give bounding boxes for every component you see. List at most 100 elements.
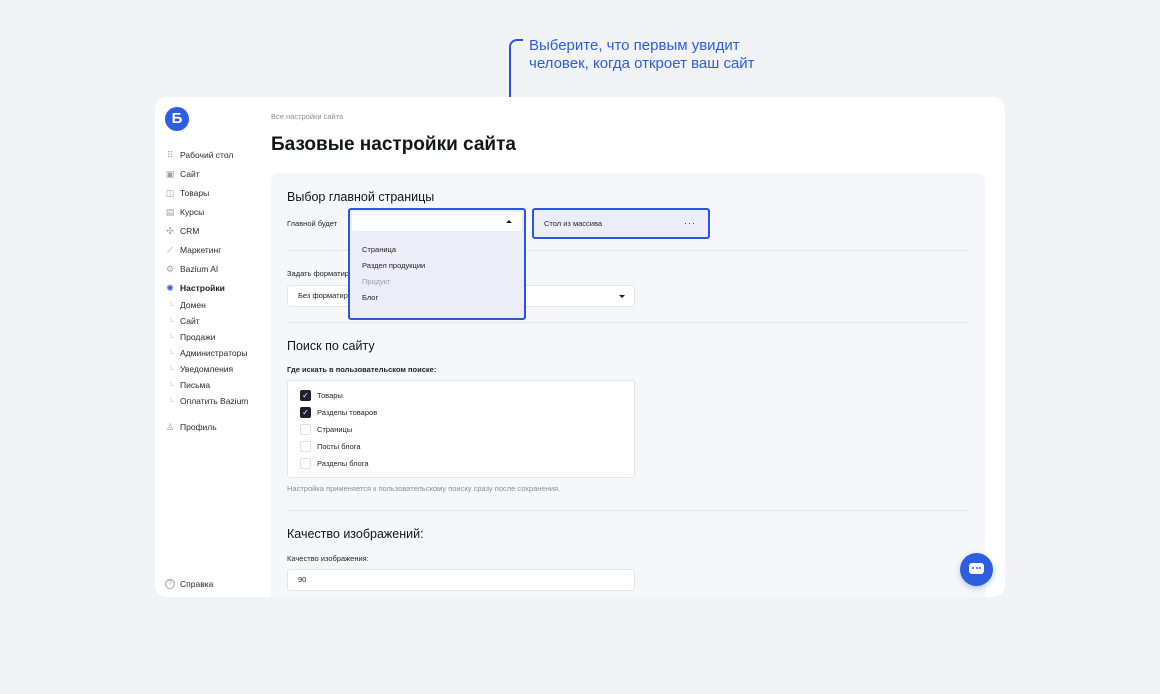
image-quality-input[interactable]: 90 bbox=[287, 569, 635, 591]
sidebar-item-label: Товары bbox=[180, 187, 210, 198]
images-label: Качество изображения: bbox=[287, 554, 369, 563]
homepage-select[interactable] bbox=[352, 212, 522, 231]
user-icon: ♙ bbox=[165, 421, 175, 432]
breadcrumb[interactable]: Все настройки сайта bbox=[271, 112, 343, 121]
question-icon: ? bbox=[165, 579, 175, 589]
sidebar-item-settings[interactable]: ✺ Настройки bbox=[165, 278, 248, 297]
images-section-title: Качество изображений: bbox=[287, 527, 424, 541]
checkmark-icon: ✓ bbox=[300, 407, 311, 418]
sidebar-subitem-label: Оплатить Bazium bbox=[180, 396, 249, 406]
image-quality-value: 90 bbox=[298, 575, 307, 584]
checkmark-icon: ✓ bbox=[300, 390, 311, 401]
homepage-target-field[interactable]: Стол из массива ··· bbox=[532, 208, 710, 239]
sidebar-subitem-emails[interactable]: └ Письма bbox=[165, 377, 248, 393]
tree-branch-icon: └ bbox=[168, 364, 174, 374]
checkbox-pages[interactable]: Страницы bbox=[300, 424, 352, 435]
tree-branch-icon: └ bbox=[168, 348, 174, 358]
chevron-up-icon bbox=[506, 220, 512, 223]
sidebar-item-courses[interactable]: ▤ Курсы bbox=[165, 202, 248, 221]
search-scope-list: ✓ Товары ✓ Разделы товаров Страницы Пост… bbox=[287, 380, 635, 478]
crm-icon: ✣ bbox=[166, 225, 174, 236]
divider bbox=[287, 510, 969, 511]
checkbox-box bbox=[300, 441, 311, 452]
page-title: Базовые настройки сайта bbox=[271, 134, 516, 155]
sidebar-item-label: Bazium AI bbox=[180, 263, 219, 274]
checkbox-label: Посты блога bbox=[317, 442, 361, 451]
sidebar-item-label: Профиль bbox=[180, 421, 217, 432]
logo[interactable]: Б bbox=[165, 107, 189, 131]
sidebar-subitem-label: Письма bbox=[180, 380, 211, 390]
sidebar-item-bazium-ai[interactable]: ⚙ Bazium AI bbox=[165, 259, 248, 278]
format-label: Задать форматир bbox=[287, 269, 349, 278]
sidebar: Б ⠿ Рабочий стол ▣ Сайт ◫ Товары ▤ Курсы… bbox=[155, 97, 272, 597]
sidebar-item-profile[interactable]: ♙ Профиль bbox=[165, 417, 248, 436]
layout-icon: ▣ bbox=[165, 168, 175, 179]
callout-connector-top bbox=[509, 39, 523, 53]
sidebar-item-dashboard[interactable]: ⠿ Рабочий стол bbox=[165, 145, 248, 164]
dashboard-icon: ⠿ bbox=[166, 149, 174, 160]
sidebar-item-label: Настройки bbox=[180, 282, 225, 293]
checkbox-products[interactable]: ✓ Товары bbox=[300, 390, 343, 401]
ai-icon: ⚙ bbox=[165, 263, 175, 274]
sidebar-item-products[interactable]: ◫ Товары bbox=[165, 183, 248, 202]
sidebar-item-label: CRM bbox=[180, 225, 200, 236]
dropdown-option-product-section[interactable]: Раздел продукции bbox=[362, 261, 425, 270]
checkbox-label: Товары bbox=[317, 391, 343, 400]
settings-icon: ✺ bbox=[166, 282, 174, 293]
homepage-section-title: Выбор главной страницы bbox=[287, 190, 435, 204]
dropdown-option-page[interactable]: Страница bbox=[362, 245, 396, 254]
sidebar-subitem-label: Уведомления bbox=[180, 364, 234, 374]
homepage-dropdown[interactable]: Страница Раздел продукции Продукт Блог bbox=[348, 208, 526, 320]
callout-text: Выберите, что первым увидит человек, ког… bbox=[529, 37, 755, 73]
tree-branch-icon: └ bbox=[168, 332, 174, 342]
chevron-down-icon bbox=[619, 295, 625, 298]
sidebar-item-label: Сайт bbox=[180, 168, 200, 179]
checkbox-label: Разделы товаров bbox=[317, 408, 378, 417]
chat-button[interactable] bbox=[960, 553, 993, 586]
sidebar-subitem-label: Домен bbox=[180, 300, 206, 310]
checkbox-blog-sections[interactable]: Разделы блога bbox=[300, 458, 369, 469]
sidebar-item-label: Рабочий стол bbox=[180, 149, 234, 160]
tree-branch-icon: └ bbox=[168, 380, 174, 390]
sidebar-item-site[interactable]: ▣ Сайт bbox=[165, 164, 248, 183]
search-label: Где искать в пользовательском поиске: bbox=[287, 365, 437, 374]
checkbox-label: Разделы блога bbox=[317, 459, 369, 468]
chat-icon bbox=[969, 563, 984, 574]
homepage-target-value: Стол из массива bbox=[544, 219, 603, 228]
sidebar-subitem-label: Продажи bbox=[180, 332, 216, 342]
checkbox-blog-posts[interactable]: Посты блога bbox=[300, 441, 361, 452]
sidebar-subitem-domain[interactable]: └ Домен bbox=[165, 297, 248, 313]
callout-line-2: человек, когда откроет ваш сайт bbox=[529, 55, 755, 72]
dropdown-option-blog[interactable]: Блог bbox=[362, 293, 378, 302]
sidebar-item-label: Маркетинг bbox=[180, 244, 222, 255]
divider bbox=[287, 322, 969, 323]
sidebar-subitem-label: Сайт bbox=[180, 316, 200, 326]
sidebar-item-marketing[interactable]: ⟋ Маркетинг bbox=[165, 240, 248, 259]
tree-branch-icon: └ bbox=[168, 300, 174, 310]
sidebar-subitem-notifications[interactable]: └ Уведомления bbox=[165, 361, 248, 377]
sidebar-subitem-label: Администраторы bbox=[180, 348, 248, 358]
help-label: Справка bbox=[180, 579, 214, 589]
sidebar-subitem-site[interactable]: └ Сайт bbox=[165, 313, 248, 329]
chart-icon: ⟋ bbox=[166, 244, 174, 255]
tree-branch-icon: └ bbox=[168, 316, 174, 326]
help-link[interactable]: ? Справка bbox=[165, 579, 213, 589]
sidebar-nav: ⠿ Рабочий стол ▣ Сайт ◫ Товары ▤ Курсы ✣… bbox=[165, 145, 249, 436]
sidebar-item-crm[interactable]: ✣ CRM bbox=[165, 221, 248, 240]
checkbox-box bbox=[300, 458, 311, 469]
homepage-label: Главной будет bbox=[287, 219, 338, 228]
book-icon: ▤ bbox=[165, 206, 175, 217]
sidebar-subitem-sales[interactable]: └ Продажи bbox=[165, 329, 248, 345]
sidebar-subitem-admins[interactable]: └ Администраторы bbox=[165, 345, 248, 361]
checkbox-product-sections[interactable]: ✓ Разделы товаров bbox=[300, 407, 377, 418]
search-section-title: Поиск по сайту bbox=[287, 339, 375, 353]
app-window: Б ⠿ Рабочий стол ▣ Сайт ◫ Товары ▤ Курсы… bbox=[155, 97, 1005, 597]
dropdown-option-product[interactable]: Продукт bbox=[362, 277, 391, 286]
checkbox-box bbox=[300, 424, 311, 435]
checkbox-label: Страницы bbox=[317, 425, 353, 434]
sidebar-subitem-pay[interactable]: └ Оплатить Bazium bbox=[165, 393, 248, 409]
bag-icon: ◫ bbox=[165, 187, 175, 198]
callout-line-1: Выберите, что первым увидит bbox=[529, 37, 740, 54]
tree-branch-icon: └ bbox=[168, 396, 174, 406]
more-icon[interactable]: ··· bbox=[684, 210, 696, 237]
